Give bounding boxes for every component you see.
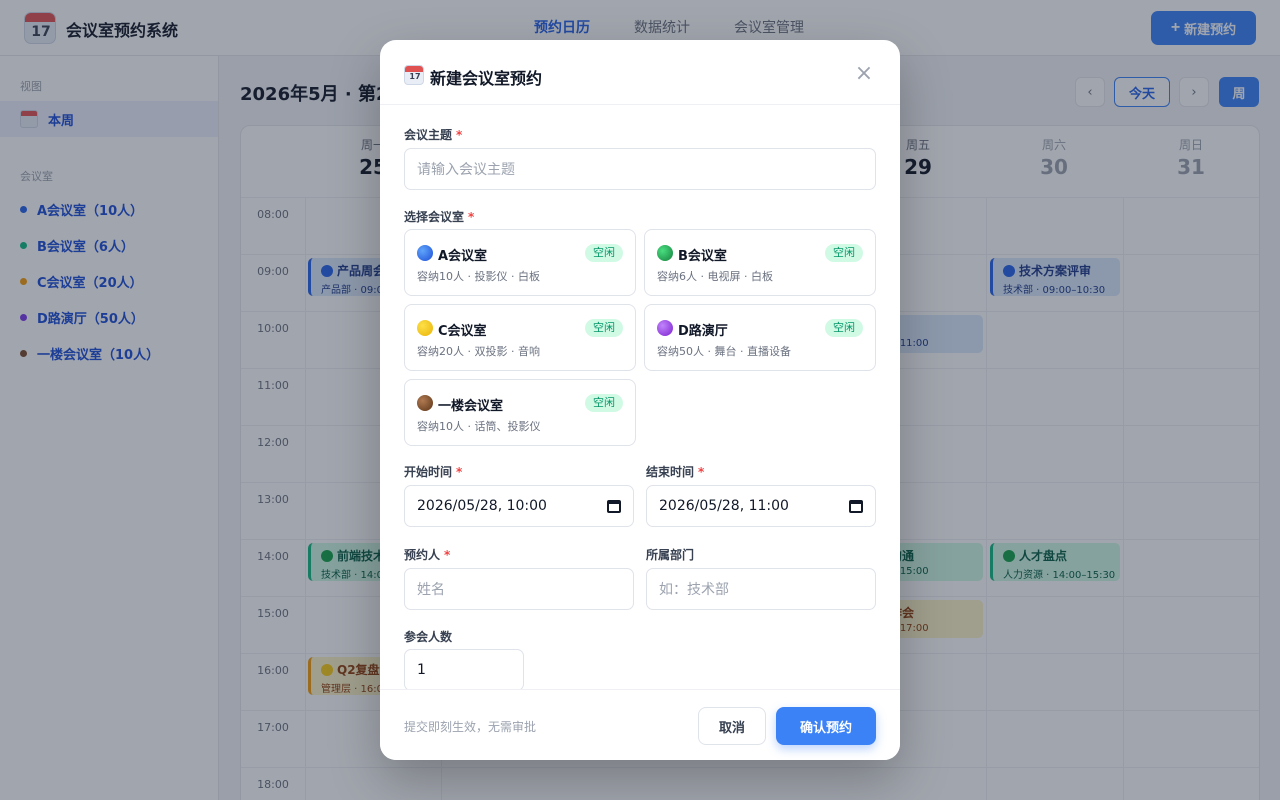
modal-header: 17 新建会议室预约 ×	[380, 40, 900, 105]
status-badge: 空闲	[825, 319, 863, 337]
topic-input[interactable]: 请输入会议主题	[404, 148, 876, 190]
room-card-a[interactable]: A会议室 空闲 容纳10人 · 投影仪 · 白板	[404, 229, 636, 296]
booker-label: 预约人 *	[404, 548, 451, 562]
cancel-button[interactable]: 取消	[698, 707, 766, 745]
new-booking-modal: 17 新建会议室预约 × 会议主题 * 请输入会议主题 选择会议室 * A会议室 空…	[380, 40, 900, 760]
calendar-picker-icon[interactable]	[607, 499, 621, 513]
end-time-value: 2026/05/28, 11:00	[659, 498, 789, 514]
required-mark: *	[698, 465, 705, 479]
modal-title: 新建会议室预约	[430, 69, 543, 88]
room-name: B会议室	[678, 249, 727, 264]
attendees-input[interactable]: 1	[404, 649, 524, 691]
end-time-label: 结束时间 *	[646, 465, 705, 479]
required-mark: *	[468, 210, 475, 224]
room-ball-icon	[657, 320, 673, 336]
room-name: A会议室	[438, 249, 488, 264]
close-icon[interactable]: ×	[854, 63, 874, 85]
confirm-booking-button[interactable]: 确认预约	[776, 707, 876, 745]
calendar-picker-icon[interactable]	[849, 499, 863, 513]
room-card-ground-floor[interactable]: 一楼会议室 空闲 容纳10人 · 话筒、投影仪	[404, 379, 636, 446]
room-ball-icon	[417, 320, 433, 336]
department-input[interactable]: 如：技术部	[646, 568, 876, 610]
footer-note: 提交即刻生效，无需审批	[404, 720, 537, 734]
calendar-icon: 17	[404, 65, 424, 85]
room-meta: 容纳20人 · 双投影 · 音响	[417, 345, 540, 358]
room-meta: 容纳6人 · 电视屏 · 白板	[657, 270, 773, 283]
room-ball-icon	[417, 395, 433, 411]
status-badge: 空闲	[825, 244, 863, 262]
room-card-d[interactable]: D路演厅 空闲 容纳50人 · 舞台 · 直播设备	[644, 304, 876, 371]
start-time-label: 开始时间 *	[404, 465, 463, 479]
booker-input[interactable]: 姓名	[404, 568, 634, 610]
room-meta: 容纳50人 · 舞台 · 直播设备	[657, 345, 791, 358]
modal-footer: 提交即刻生效，无需审批 取消 确认预约	[380, 689, 900, 760]
required-mark: *	[456, 128, 463, 142]
status-badge: 空闲	[585, 319, 623, 337]
room-ball-icon	[657, 245, 673, 261]
department-label: 所属部门	[646, 548, 695, 562]
end-time-input[interactable]: 2026/05/28, 11:00	[646, 485, 876, 527]
topic-label: 会议主题 *	[404, 128, 463, 142]
start-time-value: 2026/05/28, 10:00	[417, 498, 547, 514]
status-badge: 空闲	[585, 394, 623, 412]
room-name: C会议室	[438, 324, 487, 339]
room-meta: 容纳10人 · 投影仪 · 白板	[417, 270, 540, 283]
room-card-b[interactable]: B会议室 空闲 容纳6人 · 电视屏 · 白板	[644, 229, 876, 296]
room-name: 一楼会议室	[438, 399, 504, 414]
attendees-label: 参会人数	[404, 630, 453, 644]
room-card-c[interactable]: C会议室 空闲 容纳20人 · 双投影 · 音响	[404, 304, 636, 371]
room-ball-icon	[417, 245, 433, 261]
room-meta: 容纳10人 · 话筒、投影仪	[417, 420, 541, 433]
required-mark: *	[444, 548, 451, 562]
start-time-input[interactable]: 2026/05/28, 10:00	[404, 485, 634, 527]
room-name: D路演厅	[678, 324, 728, 339]
status-badge: 空闲	[585, 244, 623, 262]
required-mark: *	[456, 465, 463, 479]
room-select-label: 选择会议室 *	[404, 210, 475, 224]
